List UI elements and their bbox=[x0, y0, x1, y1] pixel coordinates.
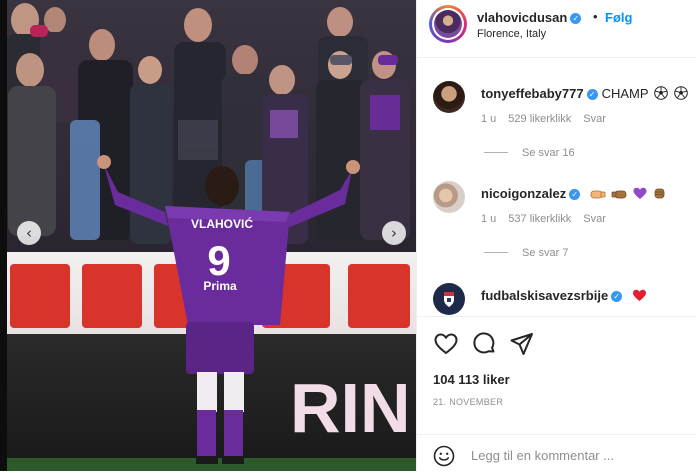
separator-dot: • bbox=[593, 9, 598, 24]
comment-item: fudbalskisavezsrbije ✓ bbox=[417, 280, 696, 316]
author-username-text[interactable]: vlahovicdusan bbox=[477, 10, 567, 25]
comment-meta: 1 u 537 likerklikk Svar bbox=[481, 213, 618, 225]
board-text: RIN bbox=[290, 369, 411, 447]
post-date: 21. NOVEMBER bbox=[433, 397, 504, 407]
verified-badge-icon: ✓ bbox=[611, 291, 623, 302]
purple-heart-icon bbox=[633, 187, 647, 203]
add-comment-bar bbox=[417, 434, 696, 473]
jersey-number: 9 bbox=[207, 237, 230, 284]
view-replies-button[interactable]: Se svar 16 bbox=[484, 147, 575, 159]
post-photo-image: RIN VLAHOVIĆ 9 Prima bbox=[0, 0, 416, 471]
view-replies-label[interactable]: Se svar 7 bbox=[522, 247, 568, 259]
photo-left-edge bbox=[0, 0, 7, 471]
fss-crest-icon bbox=[444, 292, 454, 307]
replies-divider bbox=[484, 252, 508, 253]
post-photo: RIN VLAHOVIĆ 9 Prima ‹ › bbox=[0, 0, 416, 471]
post-actions: 104 113 liker 21. NOVEMBER bbox=[417, 316, 696, 472]
comment-username[interactable]: tonyeffebaby777 bbox=[481, 86, 584, 101]
verified-badge-icon: ✓ bbox=[586, 89, 598, 100]
fist-icon bbox=[653, 186, 666, 203]
replies-divider bbox=[484, 152, 508, 153]
view-replies-button[interactable]: Se svar 7 bbox=[484, 247, 568, 259]
smiley-icon[interactable] bbox=[433, 445, 455, 467]
comment-body: fudbalskisavezsrbije ✓ bbox=[481, 288, 647, 305]
soccer-ball-icon bbox=[673, 86, 688, 103]
comment-avatar[interactable] bbox=[433, 81, 465, 113]
add-comment-input[interactable] bbox=[471, 443, 681, 467]
post-location[interactable]: Florence, Italy bbox=[477, 28, 546, 40]
fist-bump-right-icon bbox=[611, 188, 627, 203]
jersey-name: VLAHOVIĆ bbox=[191, 216, 253, 231]
comment-age[interactable]: 1 u bbox=[481, 113, 496, 125]
comment-likes[interactable]: 529 likerklikk bbox=[508, 113, 571, 125]
comment-username[interactable]: nicoigonzalez bbox=[481, 186, 566, 201]
fist-bump-left-icon bbox=[590, 188, 606, 203]
next-image-button[interactable]: › bbox=[382, 221, 406, 245]
comment-age[interactable]: 1 u bbox=[481, 213, 496, 225]
comment-item: nicoigonzalez ✓ 1 u 537 likerklikk Svar Se … bbox=[417, 178, 696, 259]
comment-avatar[interactable] bbox=[433, 181, 465, 213]
comment-body: nicoigonzalez ✓ bbox=[481, 186, 666, 203]
comment-body: tonyeffebaby777 ✓ CHAMP bbox=[481, 86, 688, 103]
verified-badge-icon: ✓ bbox=[570, 13, 582, 24]
comment-avatar[interactable] bbox=[433, 283, 465, 315]
chevron-right-icon: › bbox=[391, 224, 397, 242]
heart-icon[interactable] bbox=[433, 331, 459, 357]
chevron-left-icon: ‹ bbox=[26, 224, 32, 242]
comment-meta: 1 u 529 likerklikk Svar bbox=[481, 113, 618, 125]
post-header: vlahovicdusan ✓ • Følg Florence, Italy bbox=[417, 0, 696, 58]
comment-username[interactable]: fudbalskisavezsrbije bbox=[481, 288, 608, 303]
view-replies-label[interactable]: Se svar 16 bbox=[522, 147, 575, 159]
verified-badge-icon: ✓ bbox=[569, 189, 581, 200]
comment-icon[interactable] bbox=[471, 331, 497, 357]
post-sidebar: vlahovicdusan ✓ • Følg Florence, Italy to… bbox=[416, 0, 696, 471]
follow-button[interactable]: Følg bbox=[605, 10, 632, 25]
red-heart-icon bbox=[632, 289, 647, 305]
comment-item: tonyeffebaby777 ✓ CHAMP 1 u 529 likerklikk S… bbox=[417, 78, 696, 159]
comment-text: CHAMP bbox=[601, 86, 649, 101]
comment-likes[interactable]: 537 likerklikk bbox=[508, 213, 571, 225]
share-icon[interactable] bbox=[509, 331, 535, 357]
jersey-sponsor: Prima bbox=[203, 279, 237, 293]
likes-count[interactable]: 104 113 liker bbox=[433, 372, 510, 387]
author-avatar[interactable] bbox=[429, 5, 467, 43]
reply-button[interactable]: Svar bbox=[583, 113, 606, 125]
soccer-ball-icon bbox=[654, 86, 668, 103]
reply-button[interactable]: Svar bbox=[583, 213, 606, 225]
author-username[interactable]: vlahovicdusan ✓ bbox=[477, 10, 582, 25]
previous-image-button[interactable]: ‹ bbox=[17, 221, 41, 245]
